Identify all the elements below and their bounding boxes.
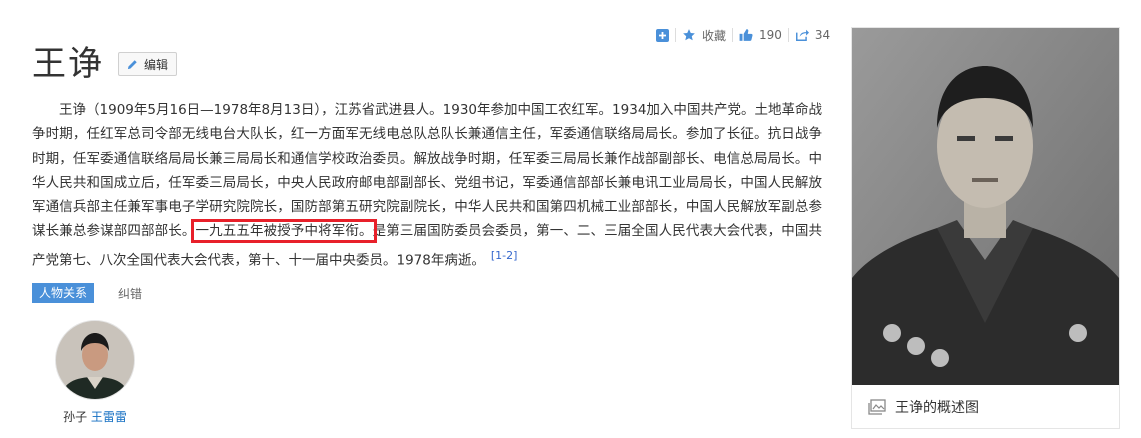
edit-label: 编辑: [144, 57, 169, 72]
share-button[interactable]: 34: [795, 28, 830, 42]
relation-type: 孙子: [63, 410, 88, 424]
edit-button[interactable]: 编辑: [118, 52, 178, 76]
title-row: 王诤 编辑: [32, 44, 178, 84]
thumbs-up-icon: [739, 28, 753, 42]
relation-name-link[interactable]: 王雷雷: [91, 410, 127, 424]
summary-image-panel: 王诤的概述图: [851, 27, 1120, 429]
divider: [732, 28, 734, 42]
action-toolbar: 收藏 190 34: [656, 26, 830, 44]
avatar[interactable]: [55, 320, 135, 400]
collect-label: 收藏: [702, 28, 727, 43]
like-button[interactable]: 190: [739, 28, 782, 42]
pencil-icon: [127, 59, 138, 70]
divider: [787, 28, 789, 42]
summary-paragraph: 王诤（1909年5月16日—1978年8月13日），江苏省武进县人。1930年参…: [32, 98, 822, 273]
star-icon: [682, 28, 696, 42]
album-caption-text: 王诤的概述图: [895, 399, 979, 416]
relation-caption: 孙子 王雷雷: [55, 408, 135, 425]
tab-relations[interactable]: 人物关系: [32, 283, 95, 303]
relation-card[interactable]: 孙子 王雷雷: [55, 320, 135, 425]
report-error-link[interactable]: 纠错: [118, 285, 142, 302]
share-icon: [795, 28, 809, 42]
like-count: 190: [759, 28, 782, 42]
highlighted-text: 一九五五年被授予中将军衔。: [191, 219, 377, 244]
add-button[interactable]: [656, 28, 669, 42]
reference-link[interactable]: [1-2]: [491, 249, 518, 262]
collect-button[interactable]: 收藏: [682, 27, 726, 44]
divider: [675, 28, 676, 42]
page-title: 王诤: [32, 44, 104, 84]
portrait-image[interactable]: [852, 28, 1119, 385]
summary-text: 王诤（1909年5月16日—1978年8月13日），江苏省武进县人。1930年参…: [32, 102, 822, 240]
gallery-icon: [868, 398, 886, 415]
album-caption[interactable]: 王诤的概述图: [852, 385, 1119, 428]
share-count: 34: [814, 28, 831, 42]
plus-square-icon: [656, 28, 669, 42]
relations-header: 人物关系 纠错: [32, 283, 142, 303]
